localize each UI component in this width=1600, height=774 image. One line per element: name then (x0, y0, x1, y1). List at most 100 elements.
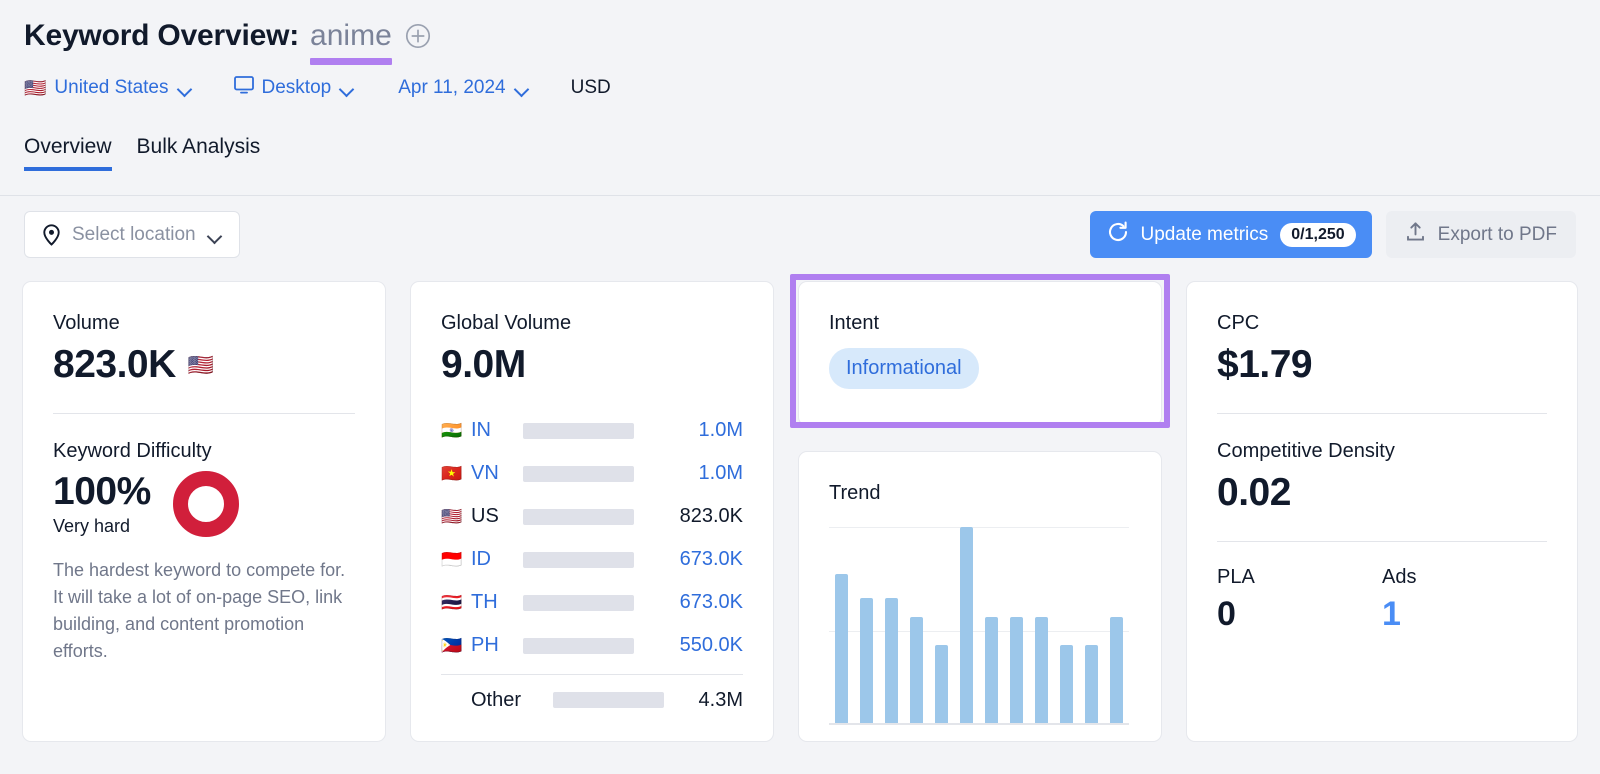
country-selector[interactable]: 🇺🇸 United States (24, 77, 192, 99)
trend-bar-cell (904, 617, 929, 723)
toolbar: Select location Update metrics 0/1,250 (24, 211, 1576, 259)
trend-bar[interactable] (860, 598, 873, 723)
country-row[interactable]: 🇻🇳VN1.0M (441, 452, 743, 495)
divider (1217, 541, 1547, 542)
chevron-down-icon (179, 84, 192, 92)
trend-bar-cell (1079, 645, 1104, 723)
page-header: Keyword Overview: anime 🇺🇸 United States (0, 0, 1600, 106)
trend-bar-cell (1029, 617, 1054, 723)
other-volume-value: 4.3M (664, 689, 743, 712)
trend-bar-cell (929, 645, 954, 723)
divider (53, 413, 355, 414)
country-volume-bar-track (523, 509, 634, 525)
trend-bar[interactable] (885, 598, 898, 723)
country-flag-icon: 🇺🇸 (24, 79, 46, 97)
trend-label: Trend (829, 482, 1131, 505)
country-volume-value: 1.0M (634, 462, 743, 485)
country-code: US (471, 505, 523, 528)
difficulty-donut-chart (173, 471, 239, 537)
country-row[interactable]: 🇮🇳IN 1.0M (441, 409, 743, 452)
tab-bulk-analysis[interactable]: Bulk Analysis (137, 135, 261, 170)
country-row[interactable]: 🇺🇸US823.0K (441, 495, 743, 538)
volume-label: Volume (53, 312, 355, 335)
competitive-density-label: Competitive Density (1217, 440, 1547, 463)
trend-bar[interactable] (835, 574, 848, 723)
export-pdf-label: Export to PDF (1438, 224, 1557, 246)
trend-bar-cell (1004, 617, 1029, 723)
intent-label: Intent (829, 312, 1131, 335)
trend-bar[interactable] (985, 617, 998, 723)
country-flag-icon: 🇮🇩 (441, 551, 471, 568)
country-code: PH (471, 634, 523, 657)
country-row[interactable]: 🇮🇩ID 673.0K (441, 538, 743, 581)
map-pin-icon (42, 224, 61, 246)
country-row[interactable]: 🇵🇭PH550.0K (441, 624, 743, 667)
trend-bar[interactable] (935, 645, 948, 723)
plus-circle-icon[interactable] (405, 23, 431, 49)
date-selector[interactable]: Apr 11, 2024 (398, 77, 528, 99)
country-volume-value: 1.0M (634, 419, 743, 442)
country-volume-value: 673.0K (634, 548, 743, 571)
date-label: Apr 11, 2024 (398, 77, 505, 99)
pla-label: PLA (1217, 566, 1382, 589)
country-row[interactable]: 🇹🇭TH673.0K (441, 581, 743, 624)
chevron-down-icon (209, 231, 222, 239)
export-pdf-button[interactable]: Export to PDF (1386, 211, 1576, 258)
country-code: ID (471, 548, 523, 571)
country-volume-bar-track (523, 638, 634, 654)
keyword-label-wrap: anime (310, 19, 392, 53)
cpc-value: $1.79 (1217, 343, 1547, 387)
trend-bar-cell (1054, 645, 1079, 723)
ads-label: Ads (1382, 566, 1547, 589)
country-flag-icon: 🇮🇳 (441, 422, 471, 439)
trend-bar-cell (979, 617, 1004, 723)
trend-bar[interactable] (910, 617, 923, 723)
divider (441, 674, 743, 675)
tab-bar: Overview Bulk Analysis (24, 128, 1600, 170)
country-volume-value: 673.0K (634, 591, 743, 614)
keyword-difficulty-row: 100% Very hard (53, 469, 355, 537)
global-volume-label: Global Volume (441, 312, 743, 335)
update-metrics-button[interactable]: Update metrics 0/1,250 (1090, 211, 1372, 258)
trend-card: Trend (798, 451, 1162, 742)
chevron-down-icon (341, 84, 354, 92)
trend-bar[interactable] (1085, 645, 1098, 723)
trend-bar-cell (879, 598, 904, 723)
country-volume-list: 🇮🇳IN1.0M🇻🇳VN1.0M🇺🇸US823.0K🇮🇩ID673.0K🇹🇭TH… (441, 409, 743, 667)
trend-bar[interactable] (1035, 617, 1048, 723)
trend-bar[interactable] (1060, 645, 1073, 723)
volume-value-row: 823.0K 🇺🇸 (53, 343, 355, 387)
trend-bar[interactable] (960, 527, 973, 723)
other-label: Other (471, 689, 553, 712)
intent-badge[interactable]: Informational (829, 348, 979, 389)
keyword-difficulty-rating: Very hard (53, 516, 151, 537)
currency-label-wrap: USD (571, 77, 611, 99)
device-selector[interactable]: Desktop (234, 76, 355, 100)
meta-row: 🇺🇸 United States Desktop Apr 11, 2024 (24, 70, 1600, 106)
volume-country-flag-icon: 🇺🇸 (188, 355, 214, 376)
device-label: Desktop (262, 77, 332, 99)
country-volume-value: 823.0K (634, 505, 743, 528)
trend-bar-series (829, 527, 1129, 723)
country-row-other: Other 4.3M (441, 677, 743, 723)
trend-bar-cell (854, 598, 879, 723)
chart-baseline (829, 723, 1129, 725)
trend-bar[interactable] (1010, 617, 1023, 723)
trend-bar[interactable] (1110, 617, 1123, 723)
keyword-difficulty-value: 100% (53, 470, 151, 514)
country-code: IN (471, 419, 523, 442)
country-volume-bar-track (523, 466, 634, 482)
keyword-value: anime (310, 19, 392, 52)
global-volume-card: Global Volume 9.0M 🇮🇳IN1.0M🇻🇳VN1.0M🇺🇸US8… (410, 281, 774, 742)
select-location-dropdown[interactable]: Select location (24, 211, 240, 258)
trend-bar-cell (829, 574, 854, 723)
divider (1217, 413, 1547, 414)
currency-label: USD (571, 77, 611, 99)
tab-overview[interactable]: Overview (24, 135, 112, 170)
trend-chart (829, 527, 1129, 725)
ads-value[interactable]: 1 (1382, 595, 1547, 634)
volume-card: Volume 823.0K 🇺🇸 Keyword Difficulty 100%… (22, 281, 386, 742)
pla-column: PLA 0 (1217, 566, 1382, 634)
keyword-difficulty-label: Keyword Difficulty (53, 440, 355, 463)
country-volume-value: 550.0K (634, 634, 743, 657)
